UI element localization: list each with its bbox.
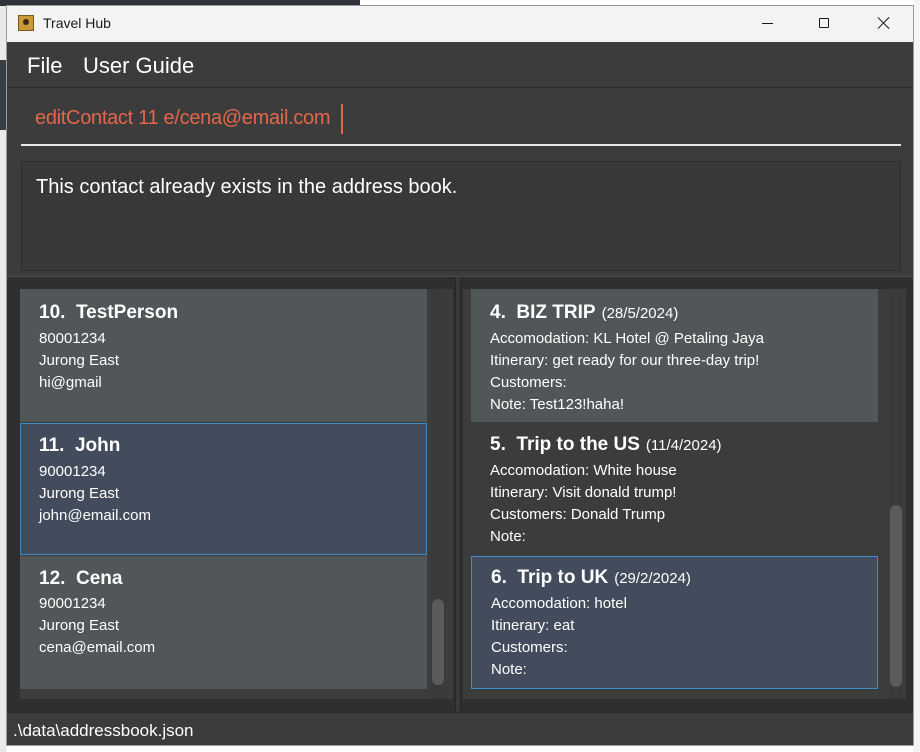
contact-card[interactable]: 12. Cena 90001234 Jurong East cena@email…	[20, 556, 427, 689]
result-display[interactable]: This contact already exists in the addre…	[21, 161, 901, 271]
trip-itinerary: Itinerary: eat	[491, 617, 575, 634]
title-bar: Travel Hub	[7, 6, 913, 42]
status-bar: .\data\addressbook.json	[7, 712, 913, 745]
trip-card[interactable]: 5. Trip to the US (11/4/2024) Accomodatio…	[471, 423, 878, 555]
command-input-underline	[21, 144, 901, 146]
trip-accommodation: Accomodation: KL Hotel @ Petaling Jaya	[490, 330, 764, 347]
trip-note: Note: Test123!haha!	[490, 396, 624, 413]
contact-address: Jurong East	[39, 485, 120, 502]
split-pane-divider[interactable]	[455, 277, 461, 713]
trip-note: Note:	[491, 661, 527, 678]
trip-list[interactable]: 4. BIZ TRIP (28/5/2024) Accomodation: KL …	[463, 289, 906, 699]
contact-card-selected[interactable]: 11. John 90001234 Jurong East john@email…	[20, 423, 427, 555]
contact-name: 10. TestPerson	[39, 302, 179, 323]
trip-itinerary: Itinerary: get ready for our three-day t…	[490, 352, 760, 369]
trip-card-selected[interactable]: 6. Trip to UK (29/2/2024) Accomodation: h…	[471, 556, 878, 689]
trip-note: Note:	[490, 528, 526, 545]
maximize-icon	[819, 18, 829, 28]
close-button[interactable]	[855, 6, 913, 42]
trip-itinerary: Itinerary: Visit donald trump!	[490, 484, 677, 501]
lists-area: 10. TestPerson 80001234 Jurong East hi@g…	[7, 276, 913, 713]
trip-customers: Customers: Donald Trump	[490, 506, 666, 523]
window-title: Travel Hub	[43, 15, 111, 31]
trip-customers: Customers:	[491, 639, 568, 656]
contact-email: john@email.com	[39, 507, 151, 524]
contact-list-scroll-thumb[interactable]	[432, 599, 444, 685]
trip-date: (11/4/2024)	[645, 437, 722, 454]
trip-customers: Customers:	[490, 374, 567, 391]
contact-list[interactable]: 10. TestPerson 80001234 Jurong East hi@g…	[20, 289, 453, 699]
contact-email: hi@gmail	[39, 374, 102, 391]
background-desktop-right	[914, 0, 920, 752]
contact-address: Jurong East	[39, 352, 120, 369]
trip-accommodation: Accomodation: hotel	[491, 595, 627, 612]
result-message: This contact already exists in the addre…	[36, 176, 458, 198]
contact-phone: 90001234	[39, 595, 106, 612]
maximize-button[interactable]	[796, 6, 854, 42]
command-input[interactable]: editContact 11 e/cena@email.com	[35, 107, 331, 130]
menu-user-guide[interactable]: User Guide	[83, 53, 194, 79]
trip-name: 5. Trip to the US (11/4/2024)	[490, 434, 722, 455]
contact-address: Jurong East	[39, 617, 120, 634]
trip-name: 6. Trip to UK (29/2/2024)	[491, 567, 691, 588]
close-icon	[877, 16, 891, 30]
menu-bar: File User Guide	[7, 42, 913, 88]
contact-email: cena@email.com	[39, 639, 156, 656]
trip-list-scrollbar[interactable]	[889, 289, 903, 699]
contact-list-scrollbar[interactable]	[431, 289, 445, 699]
menu-file[interactable]: File	[27, 53, 62, 79]
contact-card[interactable]: 10. TestPerson 80001234 Jurong East hi@g…	[20, 289, 427, 422]
contact-name: 12. Cena	[39, 568, 123, 589]
minimize-button[interactable]	[739, 6, 797, 42]
contacts-book-icon	[18, 15, 34, 31]
trip-card[interactable]: 4. BIZ TRIP (28/5/2024) Accomodation: KL …	[471, 289, 878, 422]
trip-date: (29/2/2024)	[614, 570, 691, 587]
trip-name: 4. BIZ TRIP (28/5/2024)	[490, 302, 679, 323]
contact-phone: 80001234	[39, 330, 106, 347]
text-caret	[341, 104, 343, 134]
app-window: Travel Hub File User Guide editContact 1…	[6, 5, 914, 746]
contact-name: 11. John	[39, 435, 121, 456]
minimize-icon	[762, 23, 773, 24]
contact-phone: 90001234	[39, 463, 106, 480]
save-location: .\data\addressbook.json	[13, 721, 194, 740]
trip-date: (28/5/2024)	[601, 305, 679, 322]
trip-list-scroll-thumb[interactable]	[890, 505, 902, 687]
trip-accommodation: Accomodation: White house	[490, 462, 677, 479]
